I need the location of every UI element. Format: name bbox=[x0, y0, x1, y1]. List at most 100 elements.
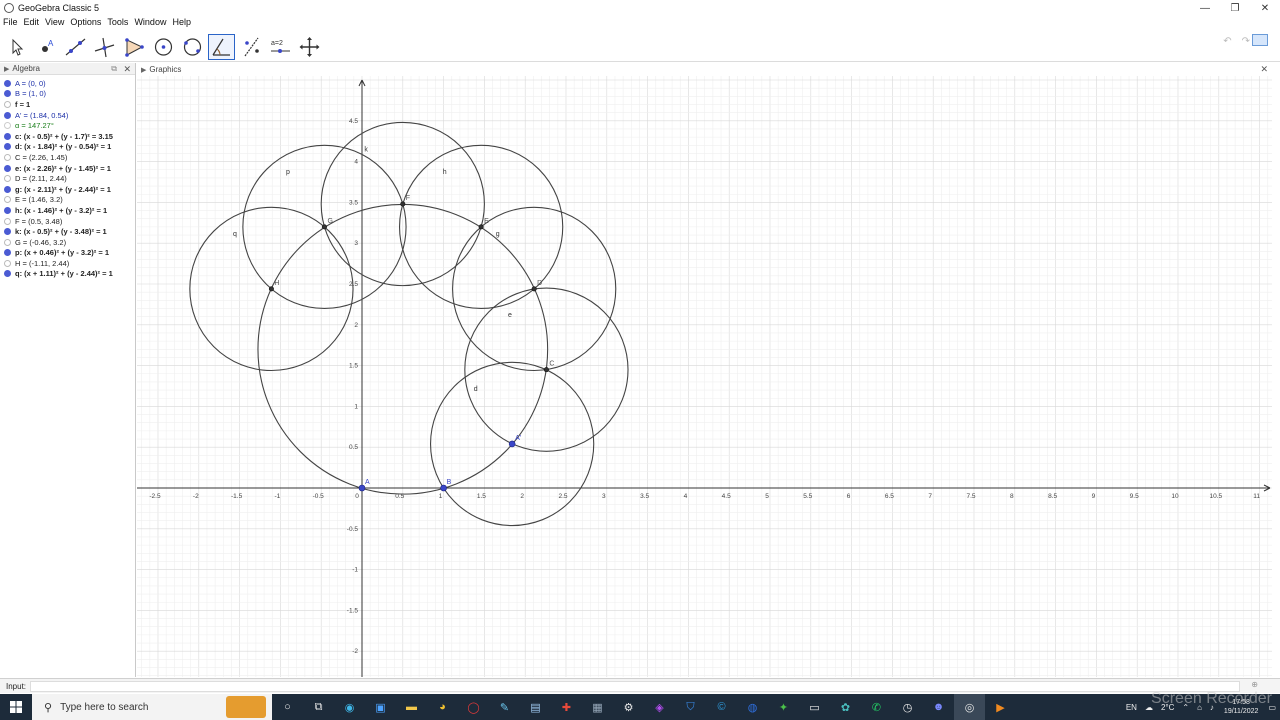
undo-icon[interactable]: ↶ bbox=[1223, 36, 1231, 47]
algebra-row[interactable]: H = (-1.11, 2.44) bbox=[0, 258, 135, 269]
menu-window[interactable]: Window bbox=[131, 16, 169, 29]
chrome-icon[interactable]: ◕ bbox=[427, 694, 458, 720]
close-algebra-icon[interactable]: ✕ bbox=[123, 63, 131, 75]
visibility-toggle-icon[interactable] bbox=[4, 153, 11, 161]
graphics-canvas[interactable]: -2.5 -2 -1.5 -1 -0.5 0 0.5 1 1.5 2 2.5 3 3.5 4 4.5 5 5.5… bbox=[137, 76, 1272, 677]
visibility-toggle-icon[interactable] bbox=[4, 132, 11, 140]
perspectives-button[interactable] bbox=[1252, 34, 1268, 46]
algebra-row[interactable]: h: (x - 1.46)² + (y - 3.2)² = 1 bbox=[0, 205, 135, 216]
clock-app-icon[interactable]: ◷ bbox=[892, 694, 923, 720]
point-E[interactable] bbox=[478, 224, 484, 230]
algebra-row[interactable]: d: (x - 1.84)² + (y - 0.54)² = 1 bbox=[0, 142, 135, 153]
visibility-toggle-icon[interactable] bbox=[4, 196, 11, 204]
menu-file[interactable]: File bbox=[0, 16, 21, 29]
visibility-toggle-icon[interactable] bbox=[4, 238, 11, 246]
algebra-row[interactable]: F = (0.5, 3.48) bbox=[0, 216, 135, 227]
point-F[interactable] bbox=[400, 201, 406, 207]
visibility-toggle-icon[interactable] bbox=[4, 164, 11, 172]
store-icon[interactable]: ▣ bbox=[365, 694, 396, 720]
slider-tool-button[interactable]: a=2 bbox=[267, 34, 294, 60]
menu-edit[interactable]: Edit bbox=[21, 16, 43, 29]
green-app-icon[interactable]: ✦ bbox=[768, 694, 799, 720]
taskbar-search[interactable]: ⚲ Type here to search bbox=[32, 694, 272, 720]
visibility-toggle-icon[interactable] bbox=[4, 270, 11, 278]
visibility-toggle-icon[interactable] bbox=[4, 90, 11, 98]
angle-tool-button[interactable] bbox=[208, 34, 235, 60]
reflect-tool-button[interactable] bbox=[238, 34, 265, 60]
whatsapp-icon[interactable]: ✆ bbox=[861, 694, 892, 720]
minimize-button[interactable]: — bbox=[1190, 0, 1220, 16]
collapse-arrow-icon[interactable]: ▶ bbox=[141, 66, 146, 74]
terminal-icon[interactable]: ▭ bbox=[799, 694, 830, 720]
visibility-toggle-icon[interactable] bbox=[4, 249, 11, 257]
calculator-icon[interactable]: ▦ bbox=[582, 694, 613, 720]
red-app-icon[interactable]: ✚ bbox=[551, 694, 582, 720]
point-tool-button[interactable]: A bbox=[33, 34, 60, 60]
visibility-toggle-icon[interactable] bbox=[4, 79, 11, 87]
edge-icon[interactable]: ◉ bbox=[334, 694, 365, 720]
algebra-row[interactable]: G = (-0.46, 3.2) bbox=[0, 237, 135, 248]
discord-icon[interactable]: ☻ bbox=[923, 694, 954, 720]
algebra-row[interactable]: f = 1 bbox=[0, 99, 135, 110]
language-indicator[interactable]: EN bbox=[1122, 703, 1141, 712]
settings-gear-icon[interactable]: ⚙ bbox=[613, 694, 644, 720]
input-help-icon[interactable]: ⊕ bbox=[1251, 680, 1258, 689]
file-explorer-icon[interactable]: ▬ bbox=[396, 694, 427, 720]
vpn-icon[interactable]: ◍ bbox=[737, 694, 768, 720]
algebra-row[interactable]: k: (x - 0.5)² + (y - 3.48)² = 1 bbox=[0, 226, 135, 237]
algebra-row[interactable]: p: (x + 0.46)² + (y - 3.2)² = 1 bbox=[0, 248, 135, 259]
recorder-icon[interactable]: ▶ bbox=[985, 694, 1016, 720]
geogebra-taskbar-icon[interactable]: ◎ bbox=[954, 694, 985, 720]
visibility-toggle-icon[interactable] bbox=[4, 100, 11, 108]
visibility-toggle-icon[interactable] bbox=[4, 217, 11, 225]
algebra-row[interactable]: α = 147.27° bbox=[0, 120, 135, 131]
visibility-toggle-icon[interactable] bbox=[4, 185, 11, 193]
algebra-row[interactable]: c: (x - 0.5)² + (y - 1.7)² = 3.15 bbox=[0, 131, 135, 142]
algebra-row[interactable]: E = (1.46, 3.2) bbox=[0, 195, 135, 206]
cortana-icon[interactable]: ○ bbox=[272, 694, 303, 720]
algebra-row[interactable]: A = (0, 0) bbox=[0, 78, 135, 89]
point-D[interactable] bbox=[531, 286, 537, 292]
c-app-icon[interactable]: © bbox=[706, 694, 737, 720]
point-H[interactable] bbox=[268, 286, 274, 292]
maximize-button[interactable]: ❐ bbox=[1220, 0, 1250, 16]
graphics-view[interactable]: ▶ Graphics ✕ -2.5 -2 -1.5 -1 -0.5 0 0.5 1 1.5 2 2.… bbox=[137, 63, 1272, 677]
pen-app-icon[interactable]: ✎ bbox=[489, 694, 520, 720]
algebra-row[interactable]: A' = (1.84, 0.54) bbox=[0, 110, 135, 121]
close-graphics-icon[interactable]: ✕ bbox=[1260, 63, 1268, 75]
visibility-toggle-icon[interactable] bbox=[4, 143, 11, 151]
algebra-row[interactable]: e: (x - 2.26)² + (y - 1.45)² = 1 bbox=[0, 163, 135, 174]
circle-three-points-tool-button[interactable] bbox=[179, 34, 206, 60]
move-graphics-tool-button[interactable] bbox=[296, 34, 323, 60]
undock-icon[interactable]: ⧉ bbox=[111, 63, 117, 75]
task-view-icon[interactable]: ⧉ bbox=[303, 694, 334, 720]
algebra-row[interactable]: C = (2.26, 1.45) bbox=[0, 152, 135, 163]
shield-icon[interactable]: ⛉ bbox=[675, 694, 706, 720]
messenger-icon[interactable]: ◈ bbox=[644, 694, 675, 720]
polygon-tool-button[interactable] bbox=[121, 34, 148, 60]
menu-options[interactable]: Options bbox=[67, 16, 104, 29]
algebra-row[interactable]: g: (x - 2.11)² + (y - 2.44)² = 1 bbox=[0, 184, 135, 195]
photo-editor-icon[interactable]: ✿ bbox=[830, 694, 861, 720]
visibility-toggle-icon[interactable] bbox=[4, 206, 11, 214]
point-G[interactable] bbox=[321, 224, 327, 230]
algebra-row[interactable]: D = (2.11, 2.44) bbox=[0, 173, 135, 184]
algebra-row[interactable]: q: (x + 1.11)² + (y - 2.44)² = 1 bbox=[0, 269, 135, 280]
redo-icon[interactable]: ↷ bbox=[1242, 36, 1250, 47]
close-button[interactable]: ✕ bbox=[1250, 0, 1280, 16]
menu-tools[interactable]: Tools bbox=[104, 16, 131, 29]
photos-icon[interactable]: ▤ bbox=[520, 694, 551, 720]
collapse-arrow-icon[interactable]: ▶ bbox=[4, 65, 9, 73]
visibility-toggle-icon[interactable] bbox=[4, 175, 11, 183]
start-button[interactable] bbox=[0, 694, 32, 720]
algebra-row[interactable]: B = (1, 0) bbox=[0, 89, 135, 100]
menu-view[interactable]: View bbox=[42, 16, 67, 29]
point-C[interactable] bbox=[543, 367, 549, 373]
move-tool-button[interactable] bbox=[3, 34, 30, 60]
line-tool-button[interactable] bbox=[62, 34, 89, 60]
visibility-toggle-icon[interactable] bbox=[4, 122, 11, 130]
menu-help[interactable]: Help bbox=[169, 16, 194, 29]
visibility-toggle-icon[interactable] bbox=[4, 111, 11, 119]
input-field[interactable] bbox=[30, 681, 1240, 692]
circle-center-tool-button[interactable] bbox=[150, 34, 177, 60]
